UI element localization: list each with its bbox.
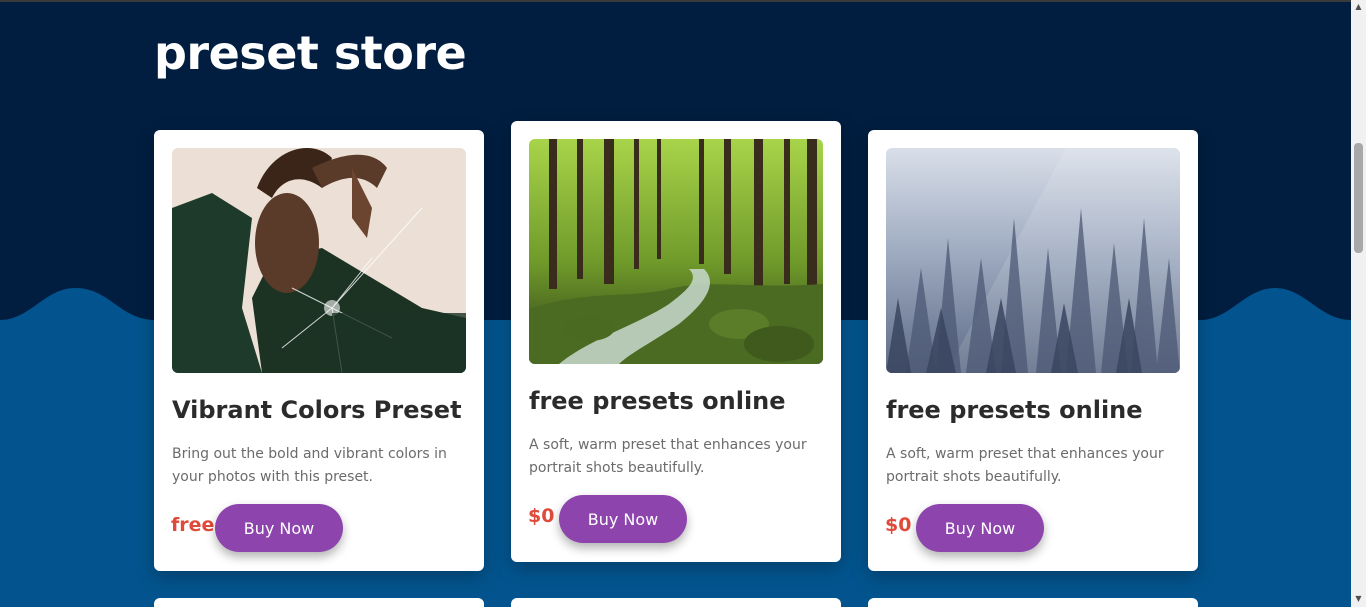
window-top-border xyxy=(0,0,1366,2)
card-description: A soft, warm preset that enhances your p… xyxy=(886,446,1164,485)
product-card: free presets online A soft, warm preset … xyxy=(511,121,841,562)
page: preset store Vibrant Colors Preset Bring… xyxy=(0,0,1366,607)
card-description: A soft, warm preset that enhances your p… xyxy=(529,437,807,476)
scrollbar-thumb[interactable] xyxy=(1354,143,1363,253)
product-image-portrait xyxy=(172,148,466,373)
product-card-next-row xyxy=(511,598,841,607)
card-description: Bring out the bold and vibrant colors in… xyxy=(172,446,447,485)
buy-now-button[interactable]: Buy Now xyxy=(215,504,343,552)
card-title: free presets online xyxy=(529,387,786,415)
buy-now-button[interactable]: Buy Now xyxy=(559,495,687,543)
product-card-next-row xyxy=(868,598,1198,607)
buy-now-button[interactable]: Buy Now xyxy=(916,504,1044,552)
product-image-forest-stream xyxy=(529,139,823,364)
card-price: free xyxy=(171,514,215,536)
scroll-up-arrow-icon[interactable]: ▲ xyxy=(1354,2,1363,12)
page-title: preset store xyxy=(154,26,467,80)
product-card: free presets online A soft, warm preset … xyxy=(868,130,1198,571)
card-price: $0 xyxy=(885,514,912,536)
product-image-misty-forest xyxy=(886,148,1180,373)
card-title: Vibrant Colors Preset xyxy=(172,396,462,424)
card-title: free presets online xyxy=(886,396,1143,424)
card-price: $0 xyxy=(528,505,555,527)
scrollbar-track[interactable] xyxy=(1351,0,1366,607)
scroll-down-arrow-icon[interactable]: ▼ xyxy=(1354,594,1363,604)
product-card-next-row xyxy=(154,598,484,607)
product-card: Vibrant Colors Preset Bring out the bold… xyxy=(154,130,484,571)
